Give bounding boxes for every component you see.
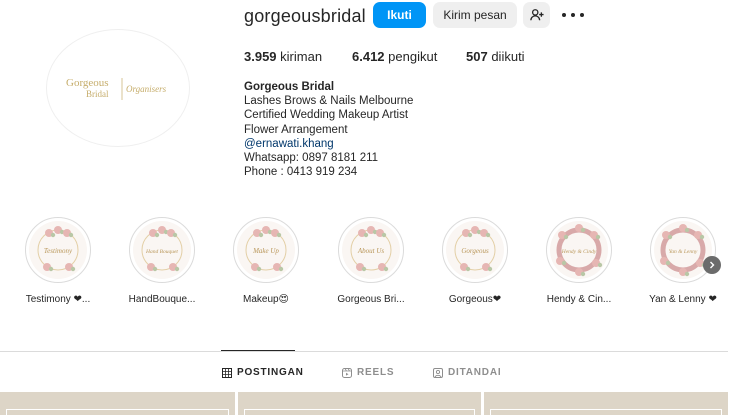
highlight-label: Yan & Lenny ❤: [649, 294, 717, 305]
reels-icon: [342, 367, 352, 378]
tab-posts[interactable]: POSTINGAN: [222, 367, 304, 378]
tab-tagged[interactable]: DITANDAI: [433, 367, 501, 378]
floral-cover-image: About Us: [342, 221, 400, 279]
highlight-label: Testimony ❤...: [25, 294, 91, 305]
story-highlight[interactable]: Hand Bouquet HandBouque...: [122, 217, 202, 305]
highlight-cover: Hendy & Cindy: [546, 217, 612, 283]
more-options-icon[interactable]: [562, 8, 584, 22]
floral-wreath-icon: Gorgeous: [454, 226, 496, 272]
highlight-label: Makeup😍: [242, 294, 289, 305]
tagged-icon: [433, 367, 443, 378]
dot: [571, 13, 575, 17]
highlight-label: Gorgeous Bri...: [337, 294, 405, 305]
followers-count: 6.412: [352, 49, 385, 64]
highlight-cover: Gorgeous: [442, 217, 508, 283]
active-tab-indicator: [221, 350, 295, 351]
post-tile[interactable]: [484, 392, 728, 415]
svg-text:Bridal: Bridal: [86, 89, 109, 99]
post-tile[interactable]: [0, 392, 235, 415]
tabs-divider: [0, 351, 728, 352]
highlight-label: Gorgeous❤: [448, 294, 502, 305]
bio-line: Lashes Brows & Nails Melbourne: [244, 95, 414, 108]
profile-username: gorgeousbridal: [244, 6, 366, 26]
story-highlight[interactable]: Gorgeous Gorgeous❤: [435, 217, 515, 305]
posts-count: 3.959: [244, 49, 277, 64]
bio-line: Flower Arrangement: [244, 123, 348, 136]
floral-cover-image: Yan & Lenny: [654, 221, 712, 279]
floral-cover-image: Hand Bouquet: [133, 221, 191, 279]
floral-wreath-icon: Hand Bouquet: [141, 226, 183, 272]
highlight-label: Hendy & Cin...: [546, 294, 612, 305]
posts-stat: 3.959 kiriman: [244, 49, 322, 64]
bio-line: Certified Wedding Makeup Artist: [244, 109, 409, 122]
highlight-cover-text: Hendy & Cindy: [561, 249, 597, 255]
bio-name: Gorgeous Bridal: [244, 81, 335, 93]
highlight-cover: Make Up: [233, 217, 299, 283]
dot: [580, 13, 584, 17]
follow-button[interactable]: Ikuti: [373, 2, 426, 28]
svg-text:Organisers: Organisers: [126, 84, 167, 94]
chevron-right-icon: [710, 261, 715, 269]
send-message-button[interactable]: Kirim pesan: [433, 2, 517, 28]
highlight-cover-text: Hand Bouquet: [145, 249, 178, 255]
highlight-cover-text: Gorgeous: [461, 247, 489, 255]
bio-mention-link[interactable]: @ernawati.khang: [244, 137, 413, 151]
following-count: 507: [466, 49, 488, 64]
story-highlight[interactable]: Make Up Makeup😍: [226, 217, 306, 305]
highlight-cover-text: About Us: [357, 247, 385, 255]
floral-cover-image: Hendy & Cindy: [550, 221, 608, 279]
post-tile[interactable]: [238, 392, 481, 415]
highlight-cover-text: Yan & Lenny: [669, 249, 698, 255]
tab-reels[interactable]: REELS: [342, 367, 394, 378]
posts-label: kiriman: [280, 49, 323, 64]
tab-label: REELS: [357, 367, 395, 378]
tab-label: POSTINGAN: [237, 367, 304, 378]
bio-whatsapp: Whatsapp: 0897 8181 211: [244, 152, 379, 165]
add-person-icon: [529, 9, 544, 21]
highlight-cover: Yan & Lenny: [650, 217, 716, 283]
following-label: diikuti: [491, 49, 525, 64]
floral-wreath-icon: Hendy & Cindy: [556, 224, 603, 277]
profile-bio: Gorgeous Bridal Lashes Brows & Nails Mel…: [244, 80, 413, 179]
following-stat[interactable]: 507 diikuti: [466, 49, 525, 64]
followers-label: pengikut: [388, 49, 438, 64]
floral-wreath-icon: About Us: [350, 226, 392, 272]
highlight-cover: Testimony: [25, 217, 91, 283]
bio-phone: Phone : 0413 919 234: [244, 166, 358, 179]
floral-wreath-icon: Make Up: [245, 226, 287, 272]
floral-wreath-icon: Yan & Lenny: [660, 224, 707, 277]
grid-icon: [222, 367, 232, 378]
svg-text:Gorgeous: Gorgeous: [66, 77, 109, 89]
floral-cover-image: Gorgeous: [446, 221, 504, 279]
story-highlight[interactable]: Hendy & Cindy Hendy & Cin...: [539, 217, 619, 305]
highlight-cover: About Us: [338, 217, 404, 283]
highlight-label: HandBouque...: [128, 294, 196, 305]
floral-cover-image: Testimony: [29, 221, 87, 279]
highlights-next-button[interactable]: [703, 256, 721, 274]
followers-stat[interactable]: 6.412 pengikut: [352, 49, 437, 64]
gorgeous-bridal-logo: Gorgeous Bridal Organisers: [66, 77, 167, 100]
highlight-cover: Hand Bouquet: [129, 217, 195, 283]
floral-wreath-icon: Testimony: [37, 226, 79, 272]
dot: [562, 13, 566, 17]
highlight-cover-text: Testimony: [44, 247, 73, 255]
story-highlight[interactable]: Testimony Testimony ❤...: [18, 217, 98, 305]
profile-avatar[interactable]: Gorgeous Bridal Organisers: [46, 29, 190, 147]
highlight-cover-text: Make Up: [252, 247, 279, 255]
suggest-people-button[interactable]: [523, 2, 550, 28]
story-highlight[interactable]: About Us Gorgeous Bri...: [331, 217, 411, 305]
floral-cover-image: Make Up: [237, 221, 295, 279]
tab-label: DITANDAI: [448, 367, 502, 378]
